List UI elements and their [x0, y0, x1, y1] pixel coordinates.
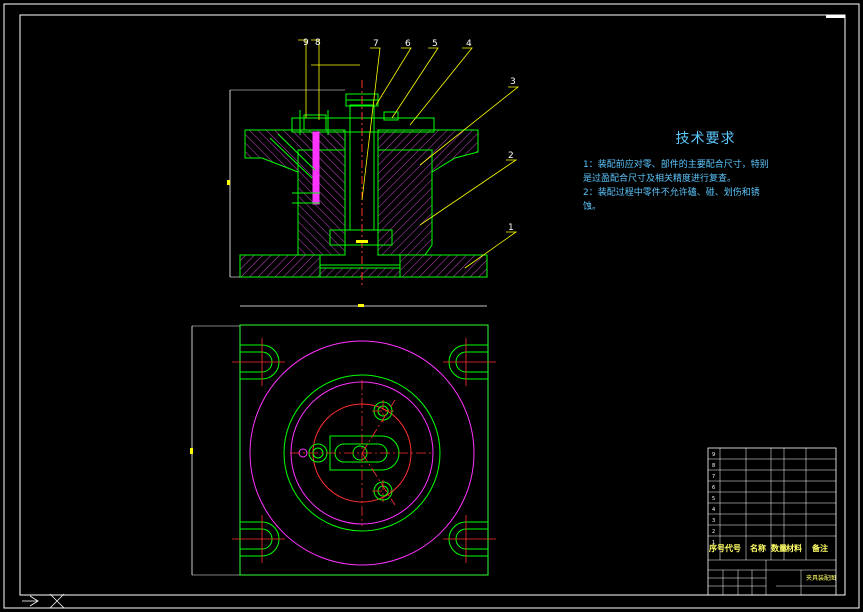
row-no-2: 2	[712, 529, 715, 535]
balloon-3: 3	[510, 77, 516, 87]
row-no-4: 4	[712, 507, 715, 513]
parts-list-header: 序号 代号 名称 数量 材料 备注	[709, 543, 828, 553]
clamp-studs	[298, 401, 393, 501]
row-no-9: 9	[712, 452, 715, 458]
title-block: 9 8 7 6 5 4 3 2 1 序号 代号 名称 数量 材料 备注 夹具装配…	[707, 447, 837, 596]
balloon-1: 1	[508, 223, 514, 233]
header-name: 名称	[750, 543, 766, 553]
inner-frame	[19, 14, 846, 596]
section-view: 9 8 7 6 5 4 3 2 1	[227, 38, 520, 288]
tech-line-3: 2：装配过程中零件不允许磕、碰、划伤和锈	[583, 188, 760, 198]
right-bolt	[383, 111, 399, 121]
clamp-slot	[334, 443, 388, 463]
balloon-4: 4	[466, 39, 472, 49]
dim-depth-mark	[190, 448, 193, 454]
top-view-centerlines	[290, 380, 434, 526]
balloon-2: 2	[508, 151, 514, 161]
header-material: 材料	[786, 543, 802, 553]
row-no-5: 5	[712, 496, 715, 502]
shaft-mark	[356, 240, 368, 243]
tech-line-1: 1：装配前应对零、部件的主要配合尺寸，特别	[583, 160, 769, 170]
technical-requirements: 技术要求 1：装配前应对零、部件的主要配合尺寸，特别 是过盈配合尺寸及相关精度进…	[583, 128, 808, 214]
balloon-6: 6	[405, 39, 411, 49]
dim-width-mark	[358, 304, 364, 307]
row-no-8: 8	[712, 463, 715, 469]
balloon-7: 7	[373, 39, 379, 49]
balloon-5: 5	[432, 39, 438, 49]
corner-mark	[826, 15, 845, 18]
drawing-name: 夹具装配图	[806, 574, 836, 582]
top-view	[190, 304, 496, 576]
parts-list-numbers: 9 8 7 6 5 4 3 2 1	[712, 452, 715, 546]
tech-title: 技术要求	[675, 131, 736, 147]
header-qty: 数量	[771, 543, 787, 553]
row-no-3: 3	[712, 518, 715, 524]
header-seq: 序号	[709, 543, 725, 553]
row-no-7: 7	[712, 474, 715, 480]
row-no-6: 6	[712, 485, 715, 491]
body-right	[377, 149, 433, 256]
base-flange	[239, 254, 488, 278]
tech-line-2: 是过盈配合尺寸及相关精度进行复查。	[583, 174, 737, 184]
ucs-icon	[22, 593, 65, 609]
balloon-9: 9	[303, 38, 309, 48]
tech-line-4: 蚀。	[583, 202, 602, 212]
pin-head	[303, 114, 327, 131]
header-code: 代号	[724, 543, 741, 553]
balloon-8: 8	[315, 38, 321, 48]
cad-drawing: 9 8 7 6 5 4 3 2 1 9 8 7 6 5 4 3 2 1 序号 代…	[3, 3, 860, 609]
dim-height-mark	[227, 180, 230, 185]
header-remark: 备注	[811, 543, 828, 553]
